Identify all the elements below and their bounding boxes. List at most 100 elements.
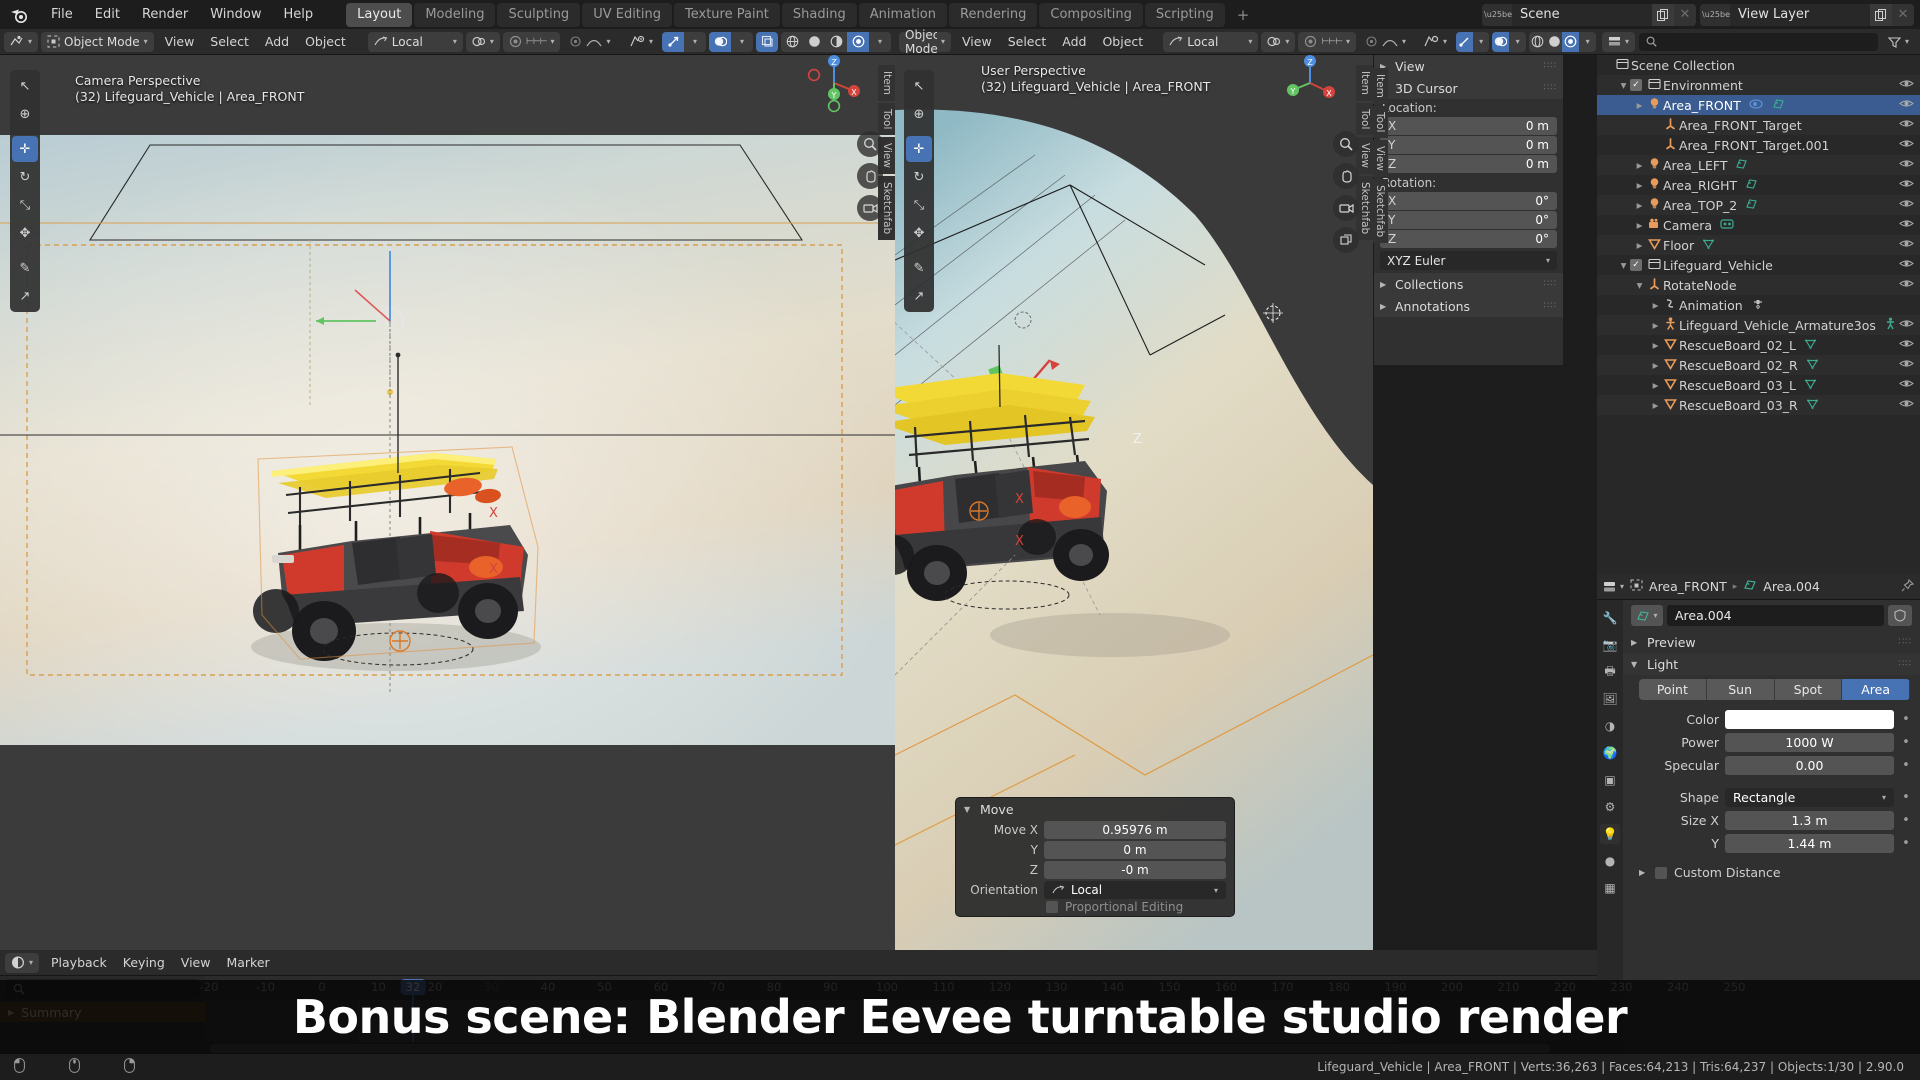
move-tool[interactable]: ✛ (906, 136, 932, 162)
eye-visibility-icon[interactable] (1899, 138, 1914, 152)
modifier-properties-tab[interactable]: ⚙ (1600, 797, 1620, 817)
viewport-left-tab-tool[interactable]: Tool (878, 102, 895, 136)
menu-window[interactable]: Window (199, 4, 272, 26)
measure-tool[interactable]: ↗ (12, 283, 38, 309)
timeline-menu-keying[interactable]: Keying (115, 953, 173, 973)
outliner-search-input[interactable] (1639, 32, 1878, 51)
cursor-rotation-y[interactable]: Y 0° (1380, 211, 1557, 229)
light-datablock-name-row[interactable]: ▾ Area.004 (1631, 605, 1912, 626)
outliner-item-rescueboard-03-r[interactable]: ▶ RescueBoard_03_R (1597, 395, 1920, 415)
move-tool[interactable]: ✛ (12, 136, 38, 162)
light-datablock-name-input[interactable]: Area.004 (1667, 605, 1884, 626)
pin-icon[interactable] (1901, 578, 1915, 595)
outliner-item-area-right[interactable]: ▶ Area_RIGHT (1597, 175, 1920, 195)
scale-tool[interactable]: ⤡ (12, 192, 38, 218)
view-layer-name-field[interactable]: View Layer (1730, 4, 1870, 26)
ortho-toggle-icon-right[interactable] (1333, 227, 1359, 253)
n-panel-section-3d-cursor[interactable]: ▼3D Cursor∷∷ (1374, 77, 1563, 99)
menu-file[interactable]: File (40, 4, 84, 26)
chevron-right-icon[interactable]: ▶ (1631, 638, 1640, 647)
eye-visibility-icon[interactable] (1899, 278, 1914, 292)
new-scene-button[interactable] (1652, 3, 1674, 26)
view-layer-selector[interactable]: \u25be View Layer ✕ (1700, 3, 1914, 26)
viewport-left-nav-gizmo[interactable]: Z X Y (801, 55, 867, 120)
animate-property-dot[interactable]: • (1900, 813, 1912, 828)
panel-drag-dots[interactable]: ∷∷ (1544, 301, 1557, 311)
constraint-icon[interactable] (1749, 98, 1764, 113)
eye-visibility-icon[interactable] (1899, 238, 1914, 252)
outliner-item-lifeguard-vehicle[interactable]: ▼ ✓ Lifeguard_Vehicle (1597, 255, 1920, 275)
cursor-tool[interactable]: ⊕ (12, 101, 38, 127)
shading-dropdown[interactable]: ▾ (869, 32, 891, 52)
cursor-tool[interactable]: ⊕ (906, 101, 932, 127)
viewport-left-toolbar[interactable]: ↖ ⊕ ✛ ↻ ⤡ ✥ ✎ ↗ (10, 70, 40, 312)
gizmo-toggle-group-right[interactable]: ▾ (1455, 31, 1490, 52)
gizmo-icon-right[interactable] (1455, 31, 1473, 52)
field-value[interactable]: 0 m (1044, 841, 1226, 859)
animate-property-dot[interactable]: • (1900, 735, 1912, 750)
tweak-tool[interactable]: ↖ (906, 73, 932, 99)
overlay-toggle-group-right[interactable]: ▾ (1492, 31, 1526, 52)
animate-property-dot[interactable]: • (1900, 836, 1912, 851)
eye-visibility-icon[interactable] (1899, 258, 1914, 272)
transform-orientation-selector-right[interactable]: Local ▾ (1163, 31, 1259, 52)
chevron-right-icon[interactable]: ▶ (1633, 241, 1646, 250)
outliner-tree[interactable]: Scene Collection ▼ ✓ Environment ▶ Area_FRONT… (1597, 55, 1920, 415)
zoom-navigate-icon[interactable] (857, 131, 883, 157)
chevron-right-icon[interactable]: ▶ (1649, 321, 1662, 330)
measure-tool[interactable]: ↗ (906, 283, 932, 309)
custom-distance-checkbox[interactable] (1655, 866, 1667, 879)
outliner-item-scene-collection[interactable]: Scene Collection (1597, 55, 1920, 75)
timeline-menu-view[interactable]: View (173, 953, 219, 973)
light-field-power[interactable]: Power 1000 W • (1623, 731, 1920, 754)
workspace-tab-sculpting[interactable]: Sculpting (497, 2, 581, 27)
rendered-shading-icon[interactable] (847, 31, 869, 52)
proportional-edit-toggle[interactable]: ⊢⊢⊢ ▾ (502, 31, 561, 52)
field-value[interactable]: Rectangle ▾ (1725, 788, 1894, 807)
cursor-rotation-mode-dropdown[interactable]: XYZ Euler ▾ (1380, 251, 1557, 270)
eye-visibility-icon[interactable] (1899, 338, 1914, 352)
light-type-point[interactable]: Point (1639, 679, 1707, 700)
visibility-icon[interactable]: ▾ (624, 32, 659, 52)
remove-scene-button[interactable]: ✕ (1674, 3, 1696, 26)
chevron-down-icon[interactable]: ▼ (964, 805, 973, 814)
outliner-item-rescueboard-02-l[interactable]: ▶ RescueBoard_02_L (1597, 335, 1920, 355)
field-value[interactable]: 1.44 m (1725, 834, 1894, 853)
n-panel[interactable]: ▶View∷∷▼3D Cursor∷∷Location:X0 mY0 mZ0 m… (1373, 55, 1563, 365)
light-field-y[interactable]: Y 1.44 m • (1623, 832, 1920, 855)
eye-visibility-icon[interactable] (1899, 78, 1914, 92)
solid-shading-icon-right[interactable] (1546, 32, 1563, 52)
panel-drag-dots[interactable]: ∷∷ (1544, 61, 1557, 71)
viewport-right-menu-select[interactable]: Select (1000, 32, 1055, 52)
cursor-location-z[interactable]: Z 0 m (1380, 155, 1557, 173)
overlays-icon-right[interactable] (1492, 31, 1510, 52)
n-panel-section-annotations[interactable]: ▶ Annotations ∷∷ (1374, 295, 1563, 317)
scale-tool[interactable]: ⤡ (906, 192, 932, 218)
light-type-sun[interactable]: Sun (1706, 679, 1775, 700)
cursor-rotation-z[interactable]: Z 0° (1380, 230, 1557, 248)
light-panel-header[interactable]: ▼ Light ∷∷ (1623, 653, 1920, 675)
chevron-right-icon[interactable]: ▶ (1649, 361, 1662, 370)
filter-funnel-icon[interactable]: ▾ (1882, 32, 1915, 52)
gizmo-toggle-group[interactable]: ▾ (662, 31, 706, 52)
overlay-toggle-group[interactable]: ▾ (709, 31, 753, 52)
workspace-tab-shading[interactable]: Shading (781, 2, 857, 27)
chevron-right-icon[interactable]: ▶ (1380, 302, 1389, 311)
shading-dropdown-right[interactable]: ▾ (1579, 32, 1596, 52)
tweak-tool[interactable]: ↖ (12, 73, 38, 99)
mesh-data-icon[interactable] (1702, 238, 1715, 253)
rotate-tool[interactable]: ↻ (12, 164, 38, 190)
outliner-collection-checkbox[interactable]: ✓ (1630, 259, 1642, 271)
light-data-icon[interactable] (1735, 158, 1748, 173)
timeline-menu-playback[interactable]: Playback (43, 953, 115, 973)
n-panel-tab-item[interactable]: Item (1373, 68, 1388, 104)
breadcrumb-object-name[interactable]: Area_FRONT (1649, 579, 1727, 594)
outliner-item-environment[interactable]: ▼ ✓ Environment (1597, 75, 1920, 95)
viewport-left-menu-view[interactable]: View (157, 32, 203, 52)
material-properties-tab[interactable]: ● (1600, 851, 1620, 871)
scene-data-icon[interactable]: \u25be (1482, 3, 1512, 26)
outliner-item-area-top-2[interactable]: ▶ Area_TOP_2 (1597, 195, 1920, 215)
light-field-shape[interactable]: Shape Rectangle ▾ • (1623, 786, 1920, 809)
move-field-y[interactable]: Y 0 m (956, 840, 1234, 860)
move-operator-panel[interactable]: ▼ Move Move X 0.95976 m Y 0 m Z -0 m Orientat… (955, 797, 1235, 917)
